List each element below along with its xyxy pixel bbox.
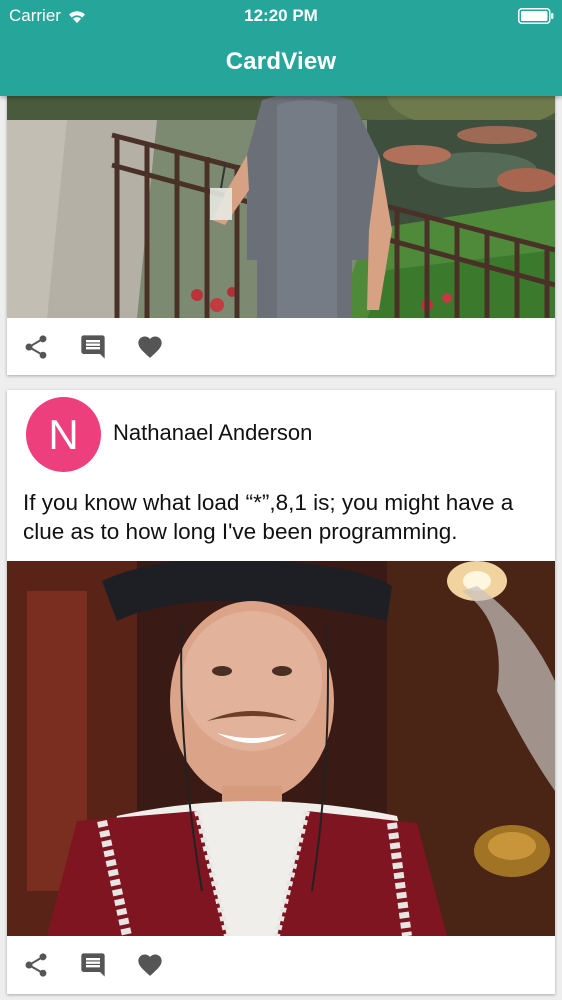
post-text: If you know what load “*”,8,1 is; you mi… xyxy=(23,490,514,544)
post-actions xyxy=(7,936,555,993)
heart-icon[interactable] xyxy=(136,333,164,361)
comment-icon[interactable] xyxy=(79,333,107,361)
post-photo[interactable] xyxy=(7,561,555,936)
status-time: 12:20 PM xyxy=(244,6,318,25)
avatar[interactable]: N xyxy=(26,397,101,472)
heart-icon[interactable] xyxy=(136,951,164,979)
photo-man-in-pirate-costume xyxy=(7,561,555,936)
post-card xyxy=(7,60,555,375)
battery-icon xyxy=(518,8,554,24)
post-photo[interactable] xyxy=(7,60,555,318)
share-icon[interactable] xyxy=(22,333,50,361)
status-bar: Carrier 12:20 PM xyxy=(0,0,562,32)
share-icon[interactable] xyxy=(22,951,50,979)
post-header: N Nathanael Anderson xyxy=(7,390,555,476)
author-name[interactable]: Nathanael Anderson xyxy=(113,420,312,446)
top-bar: Carrier 12:20 PM CardView xyxy=(0,0,562,96)
post-card: N Nathanael Anderson If you know what lo… xyxy=(7,390,555,994)
app-title: CardView xyxy=(225,48,337,75)
post-actions xyxy=(7,318,555,375)
photo-person-at-park-railing xyxy=(7,60,555,318)
comment-icon[interactable] xyxy=(79,951,107,979)
